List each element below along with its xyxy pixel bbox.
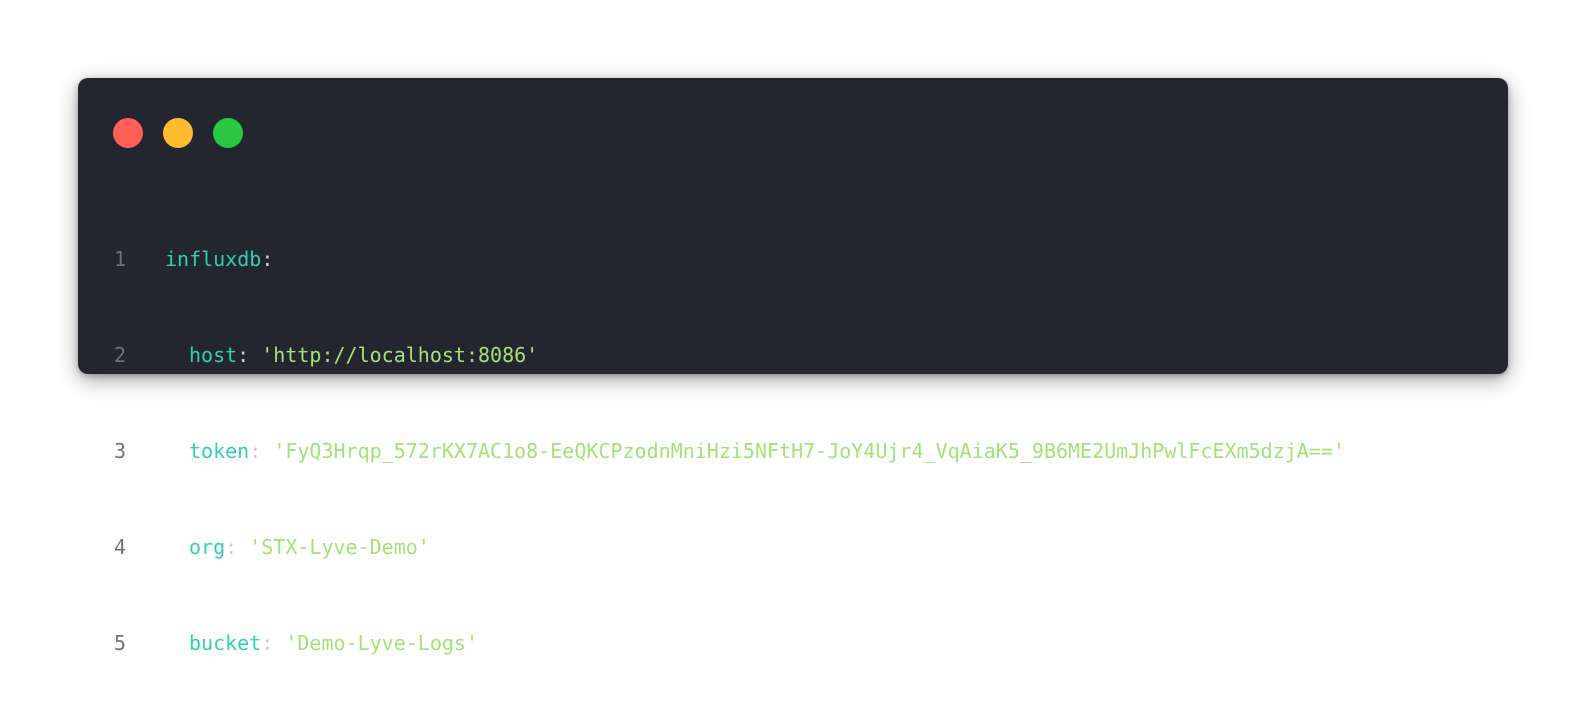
close-dot-icon[interactable] (113, 118, 143, 148)
code-value: 'STX-Lyve-Demo' (249, 535, 430, 559)
code-line: 5 bucket: 'Demo-Lyve-Logs' (114, 627, 1345, 659)
colon: : (225, 535, 250, 559)
minimize-dot-icon[interactable] (163, 118, 193, 148)
line-number: 4 (114, 535, 127, 559)
code-value: 'http://localhost:8086' (261, 343, 539, 367)
code-line: 2 host: 'http://localhost:8086' (114, 339, 1345, 371)
code-value: 'Demo-Lyve-Logs' (285, 631, 478, 655)
code-window: 1 influxdb: 2 host: 'http://localhost:8086… (78, 78, 1508, 655)
code-key: token (189, 439, 250, 463)
colon: : (261, 631, 286, 655)
colon: : (237, 343, 262, 367)
line-number: 5 (114, 631, 127, 655)
code-line: 3 token: 'FyQ3Hrqp_572rKX7AC1o8-EeQKCPzod… (114, 435, 1345, 467)
maximize-dot-icon[interactable] (213, 118, 243, 148)
code-key: influxdb (165, 247, 262, 271)
line-number: 2 (114, 343, 127, 367)
code-key: bucket (189, 631, 262, 655)
line-number: 1 (114, 247, 127, 271)
code-value: 'FyQ3Hrqp_572rKX7AC1o8-EeQKCPzodnMniHzi5… (273, 439, 1345, 463)
colon: : (249, 439, 274, 463)
code-key: host (189, 343, 238, 367)
code-line: 1 influxdb: (114, 243, 1345, 275)
code-line: 4 org: 'STX-Lyve-Demo' (114, 531, 1345, 563)
line-number: 3 (114, 439, 127, 463)
code-block: 1 influxdb: 2 host: 'http://localhost:8086… (114, 179, 1345, 723)
colon: : (261, 247, 274, 271)
code-key: org (189, 535, 226, 559)
